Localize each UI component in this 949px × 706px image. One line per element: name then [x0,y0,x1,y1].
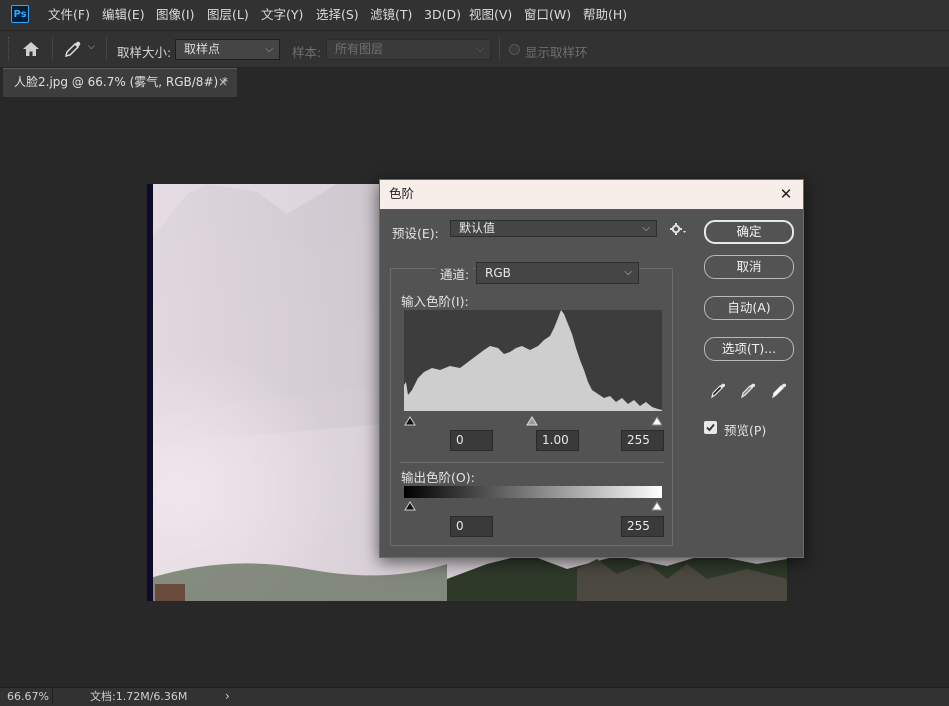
preset-label: 预设(E): [392,226,439,241]
channel-value: RGB [485,266,511,280]
input-gamma-field[interactable]: 1.00 [536,430,579,451]
preset-value: 默认值 [459,221,496,235]
sample-value: 所有图层 [335,42,384,56]
channel-label: 通道: [436,264,474,283]
sample-select[interactable]: 所有图层 ⌵ [326,39,491,60]
menu-image[interactable]: 图像(I) [156,0,194,30]
menu-select[interactable]: 选择(S) [316,0,359,30]
output-white-field[interactable]: 255 [621,516,664,537]
input-levels-label: 输入色阶(I): [401,294,469,309]
divider [52,688,53,705]
home-icon[interactable] [20,39,42,59]
eyedropper-tool-icon[interactable] [62,39,84,59]
output-slider[interactable] [404,499,663,511]
menu-bar: Ps 文件(F) 编辑(E) 图像(I) 图层(L) 文字(Y) 选择(S) 滤… [0,0,949,30]
input-slider[interactable] [404,414,663,426]
sample-label: 样本: [292,45,322,60]
chevron-down-icon: ⌵ [624,267,632,278]
document-tab[interactable]: 人脸2.jpg @ 66.7% (雾气, RGB/8#) * × [3,68,237,97]
document-tab-title: 人脸2.jpg @ 66.7% (雾气, RGB/8#) * [14,75,228,89]
chevron-down-icon: ⌵ [642,223,650,234]
preview-checkbox[interactable] [704,421,717,434]
gear-icon[interactable] [669,221,687,237]
status-bar: 66.67% 文档:1.72M/6.36M › [0,687,949,706]
output-levels-label: 输出色阶(O): [401,470,475,485]
options-grip [8,37,12,61]
show-ring-label: 显示取样环 [525,45,588,60]
menu-view[interactable]: 视图(V) [469,0,512,30]
input-black-field[interactable]: 0 [450,430,493,451]
menu-filter[interactable]: 滤镜(T) [370,0,412,30]
black-eyedropper-icon[interactable] [709,381,727,399]
divider [400,462,664,463]
chevron-down-icon: ⌵ [476,44,484,55]
menu-window[interactable]: 窗口(W) [524,0,571,30]
status-menu-arrow[interactable]: › [225,688,230,705]
ok-button[interactable]: 确定 [704,220,794,244]
levels-dialog: 色阶 ✕ 预设(E): 默认值 ⌵ 通道: RGB ⌵ 输入色阶(I): 0 1.0… [379,179,804,558]
menu-layer[interactable]: 图层(L) [207,0,249,30]
white-eyedropper-icon[interactable] [770,381,788,399]
input-white-field[interactable]: 255 [621,430,664,451]
dialog-title: 色阶 [389,186,415,201]
menu-help[interactable]: 帮助(H) [583,0,627,30]
options-button[interactable]: 选项(T)... [704,337,794,361]
close-icon[interactable]: × [218,69,228,96]
sample-size-value: 取样点 [184,42,221,56]
histogram [404,310,662,411]
zoom-level[interactable]: 66.67% [7,688,49,705]
menu-file[interactable]: 文件(F) [48,0,90,30]
cancel-button[interactable]: 取消 [704,255,794,279]
sample-size-select[interactable]: 取样点 ⌵ [175,39,280,60]
preview-label: 预览(P) [724,423,767,438]
menu-edit[interactable]: 编辑(E) [102,0,145,30]
channel-select[interactable]: RGB ⌵ [476,262,639,284]
show-ring-checkbox[interactable] [509,44,520,55]
ps-logo[interactable]: Ps [11,5,29,23]
auto-button[interactable]: 自动(A) [704,296,794,320]
dialog-title-bar[interactable]: 色阶 [380,180,803,209]
sample-size-label: 取样大小: [117,45,172,60]
doc-size: 文档:1.72M/6.36M [90,690,188,703]
output-black-field[interactable]: 0 [450,516,493,537]
chevron-down-icon[interactable]: ⌵ [88,42,98,56]
menu-type[interactable]: 文字(Y) [261,0,303,30]
preset-select[interactable]: 默认值 ⌵ [450,220,657,237]
gray-eyedropper-icon[interactable] [739,381,757,399]
close-icon[interactable]: ✕ [777,185,795,203]
chevron-down-icon: ⌵ [265,44,273,55]
output-gradient [404,486,662,498]
menu-3d[interactable]: 3D(D) [424,0,461,30]
